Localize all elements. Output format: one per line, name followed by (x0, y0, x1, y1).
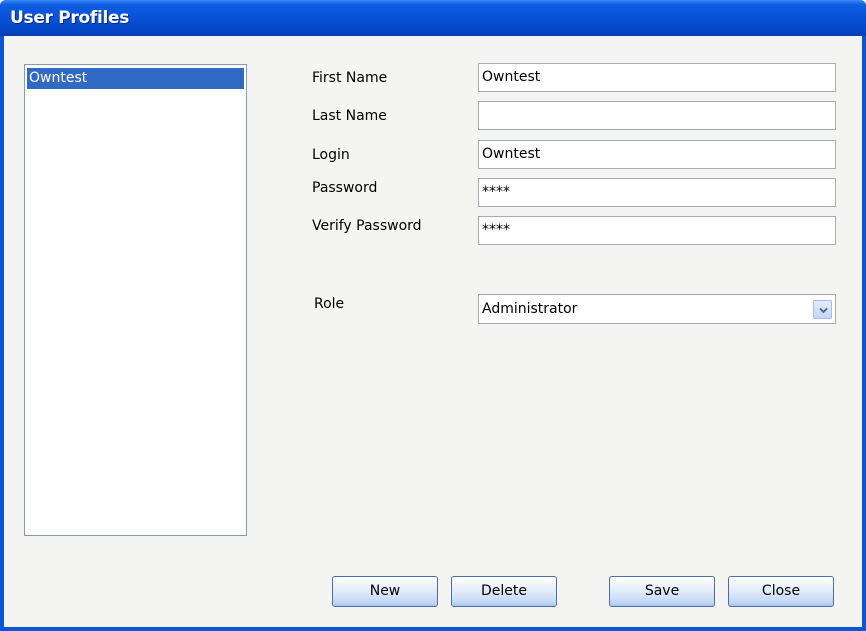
new-button[interactable]: New (332, 576, 438, 607)
first-name-field[interactable]: Owntest (478, 63, 836, 92)
dialog-body: Owntest First Name Owntest Last Name Log… (4, 36, 862, 627)
verify-password-label: Verify Password (312, 218, 422, 234)
login-label: Login (312, 147, 350, 163)
role-select[interactable]: Administrator (478, 294, 836, 324)
window-title: User Profiles (10, 8, 130, 28)
role-select-value: Administrator (482, 301, 578, 317)
role-dropdown-button[interactable] (813, 300, 832, 319)
delete-button[interactable]: Delete (451, 576, 557, 607)
password-field[interactable]: **** (478, 178, 836, 207)
user-list[interactable]: Owntest (24, 64, 247, 536)
role-label: Role (314, 296, 345, 312)
login-field[interactable]: Owntest (478, 140, 836, 169)
chevron-down-icon (819, 307, 828, 314)
user-profiles-window: User Profiles Owntest First Name Owntest… (0, 0, 866, 631)
password-label: Password (312, 180, 378, 196)
close-button[interactable]: Close (728, 576, 834, 607)
first-name-label: First Name (312, 70, 388, 86)
last-name-field[interactable] (478, 101, 836, 130)
user-list-item[interactable]: Owntest (27, 68, 244, 89)
verify-password-field[interactable]: **** (478, 216, 836, 245)
title-bar[interactable]: User Profiles (0, 0, 866, 36)
save-button[interactable]: Save (609, 576, 715, 607)
last-name-label: Last Name (312, 108, 387, 124)
